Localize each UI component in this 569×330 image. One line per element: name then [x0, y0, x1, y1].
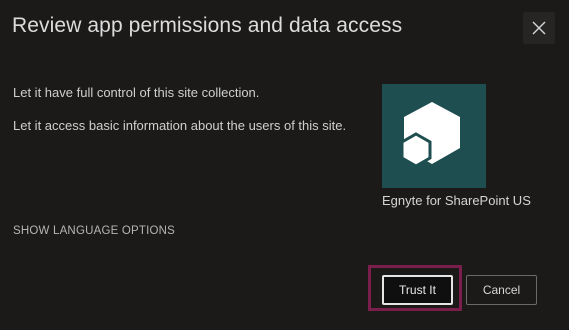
cancel-button[interactable]: Cancel: [466, 275, 537, 305]
app-logo-tile: [382, 84, 486, 188]
close-button[interactable]: [523, 12, 555, 44]
trust-it-button[interactable]: Trust It: [382, 275, 453, 305]
egnyte-hexagon-logo-icon: [400, 102, 460, 168]
permission-user-info: Let it access basic information about th…: [13, 118, 347, 133]
permissions-dialog: Review app permissions and data access L…: [0, 0, 569, 330]
dialog-title: Review app permissions and data access: [12, 14, 403, 37]
app-name: Egnyte for SharePoint US: [382, 193, 531, 208]
permission-full-control: Let it have full control of this site co…: [13, 85, 260, 100]
close-icon: [532, 21, 546, 35]
show-language-options-link[interactable]: SHOW LANGUAGE OPTIONS: [13, 225, 175, 237]
